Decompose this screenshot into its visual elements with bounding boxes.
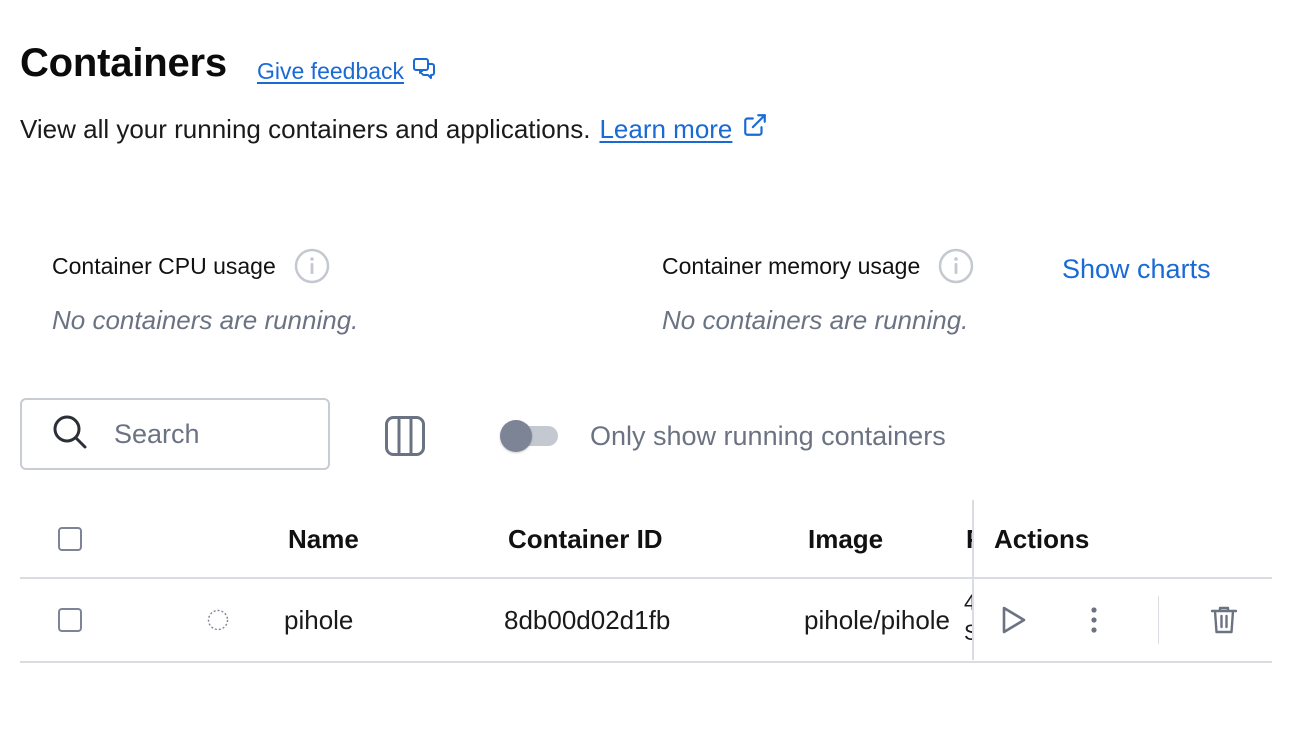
- memory-usage-heading: Container memory usage: [662, 248, 974, 284]
- column-header-actions: Actions: [994, 524, 1090, 554]
- columns-button[interactable]: [384, 415, 426, 457]
- actions-column-divider[interactable]: [972, 500, 974, 660]
- select-all-checkbox[interactable]: [58, 527, 82, 551]
- cpu-usage-heading: Container CPU usage: [52, 248, 330, 284]
- cpu-usage-label: Container CPU usage: [52, 253, 276, 279]
- actions-divider: [1158, 596, 1159, 644]
- search-icon: [22, 414, 88, 455]
- container-image-link[interactable]: pihole/pihole:latest: [804, 603, 950, 637]
- memory-info-icon[interactable]: [938, 248, 974, 284]
- learn-more-label: Learn more: [599, 113, 733, 144]
- search-box[interactable]: [20, 398, 330, 470]
- table-row-divider: [20, 661, 1272, 663]
- cpu-usage-status: No containers are running.: [52, 305, 359, 335]
- learn-more-link[interactable]: Learn more: [599, 112, 768, 145]
- subtitle-text: View all your running containers and app…: [20, 113, 591, 144]
- give-feedback-link[interactable]: Give feedback: [257, 56, 436, 86]
- play-icon[interactable]: [1000, 605, 1028, 635]
- containers-page: Containers Give feedback View all your r…: [0, 0, 1314, 738]
- trash-icon[interactable]: [1210, 605, 1238, 635]
- give-feedback-label: Give feedback: [257, 58, 405, 84]
- memory-usage-status: No containers are running.: [662, 305, 969, 335]
- status-dot-icon: [207, 609, 229, 631]
- toggle-thumb: [500, 420, 532, 452]
- clipped-cell-text: 4 S: [964, 590, 972, 645]
- running-only-label: Only show running containers: [590, 421, 946, 451]
- column-header-name[interactable]: Name: [288, 522, 359, 556]
- table-header-divider: [20, 577, 1272, 579]
- container-id[interactable]: 8db00d02d1fb: [504, 603, 670, 637]
- search-input[interactable]: [112, 417, 316, 451]
- clipped-cell: 4 S: [964, 588, 972, 648]
- row-checkbox[interactable]: [58, 608, 82, 632]
- external-link-icon: [742, 112, 768, 145]
- column-header-clipped[interactable]: P: [966, 522, 972, 556]
- column-header-container-id[interactable]: Container ID: [508, 522, 663, 556]
- page-subtitle: View all your running containers and app…: [20, 112, 768, 145]
- container-name-link[interactable]: pihole: [284, 603, 353, 637]
- show-charts-button[interactable]: Show charts: [1062, 252, 1211, 286]
- feedback-icon: [412, 56, 436, 86]
- kebab-menu-icon[interactable]: [1085, 605, 1103, 635]
- columns-icon: [385, 416, 425, 456]
- running-only-toggle[interactable]: [500, 420, 560, 452]
- page-title: Containers: [20, 41, 227, 85]
- column-header-image[interactable]: Image: [808, 522, 883, 556]
- memory-usage-label: Container memory usage: [662, 253, 921, 279]
- cpu-info-icon[interactable]: [294, 248, 330, 284]
